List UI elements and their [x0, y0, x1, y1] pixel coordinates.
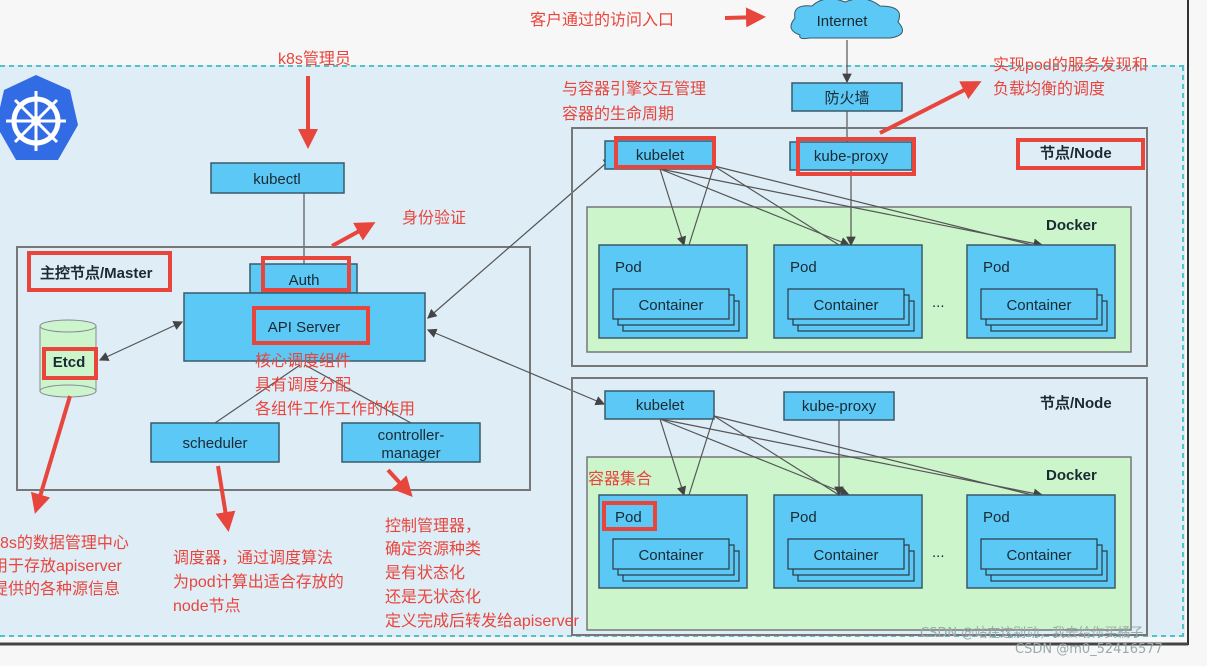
scheduler-note: node节点 — [173, 597, 241, 615]
kubelet-label: kubelet — [636, 397, 685, 414]
api-server-note: 核心调度组件 — [255, 352, 351, 370]
auth-note: 身份验证 — [402, 209, 466, 227]
scheduler-label: scheduler — [182, 435, 247, 452]
pod-label: Pod — [790, 509, 817, 526]
controller-manager-label: manager — [381, 445, 440, 462]
controller-manager-note: 还是无状态化 — [385, 588, 481, 606]
kubelet-note: 与容器引擎交互管理 — [562, 80, 706, 98]
pod-label: Pod — [615, 509, 642, 526]
internet-label: Internet — [817, 13, 869, 30]
admin-note: k8s管理员 — [278, 50, 351, 68]
container-label: Container — [813, 297, 878, 314]
pod-label: Pod — [983, 259, 1010, 276]
etcd-label: Etcd — [53, 354, 86, 371]
api-server-note: 各组件工作工作的作用 — [255, 400, 415, 418]
kubectl-label: kubectl — [253, 171, 301, 188]
container-label: Container — [1006, 547, 1071, 564]
scheduler-note: 为pod计算出适合存放的 — [173, 572, 344, 591]
kubelet-label: kubelet — [636, 147, 685, 164]
etcd-note: k8s的数据管理中心 — [0, 534, 129, 552]
docker-label: Docker — [1046, 217, 1097, 234]
scheduler-note: 调度器，通过调度算法 — [173, 548, 333, 567]
kube-proxy-label: kube-proxy — [814, 148, 889, 165]
watermark: CSDN @站在这别动，我去给你买橘子 — [920, 625, 1143, 641]
api-server-label: API Server — [268, 319, 341, 336]
etcd-note: 提供的各种源信息 — [0, 580, 120, 598]
kube-proxy-note: 实现pod的服务发现和 — [993, 56, 1148, 74]
pod-label: Pod — [983, 509, 1010, 526]
watermark: CSDN @m0_52416577 — [1015, 642, 1163, 657]
kubernetes-architecture-diagram: Internet 防火墙 kubectl 主控节点/Master Auth AP… — [0, 0, 1189, 657]
container-label: Container — [813, 547, 878, 564]
container-label: Container — [638, 547, 703, 564]
controller-manager-note: 控制管理器， — [385, 517, 481, 535]
firewall-label: 防火墙 — [824, 90, 869, 107]
controller-manager-note: 确定资源种类 — [385, 540, 481, 558]
more-pods-ellipsis: ... — [932, 544, 945, 561]
auth-label: Auth — [289, 272, 320, 289]
container-label: Container — [638, 297, 703, 314]
master-label: 主控节点/Master — [40, 264, 153, 282]
node-label: 节点/Node — [1040, 144, 1112, 162]
internet-cloud: Internet — [790, 0, 903, 40]
kubelet-note: 容器的生命周期 — [562, 105, 674, 123]
container-label: Container — [1006, 297, 1071, 314]
pod-label: Pod — [615, 259, 642, 276]
etcd-note: 用于存放apiserver — [0, 557, 122, 575]
node-label: 节点/Node — [1040, 394, 1112, 412]
kube-proxy-note: 负载均衡的调度 — [993, 80, 1105, 98]
docker-label: Docker — [1046, 467, 1097, 484]
more-pods-ellipsis: ... — [932, 294, 945, 311]
controller-manager-note: 是有状态化 — [385, 564, 465, 582]
controller-manager-label: controller- — [378, 427, 445, 444]
kube-proxy-label: kube-proxy — [802, 398, 877, 415]
pod-set-note: 容器集合 — [588, 470, 652, 488]
controller-manager-note: 定义完成后转发给apiserver — [385, 612, 579, 630]
api-server-note: 具有调度分配 — [255, 376, 351, 394]
pod-label: Pod — [790, 259, 817, 276]
client-access-note: 客户通过的访问入口 — [530, 11, 674, 29]
